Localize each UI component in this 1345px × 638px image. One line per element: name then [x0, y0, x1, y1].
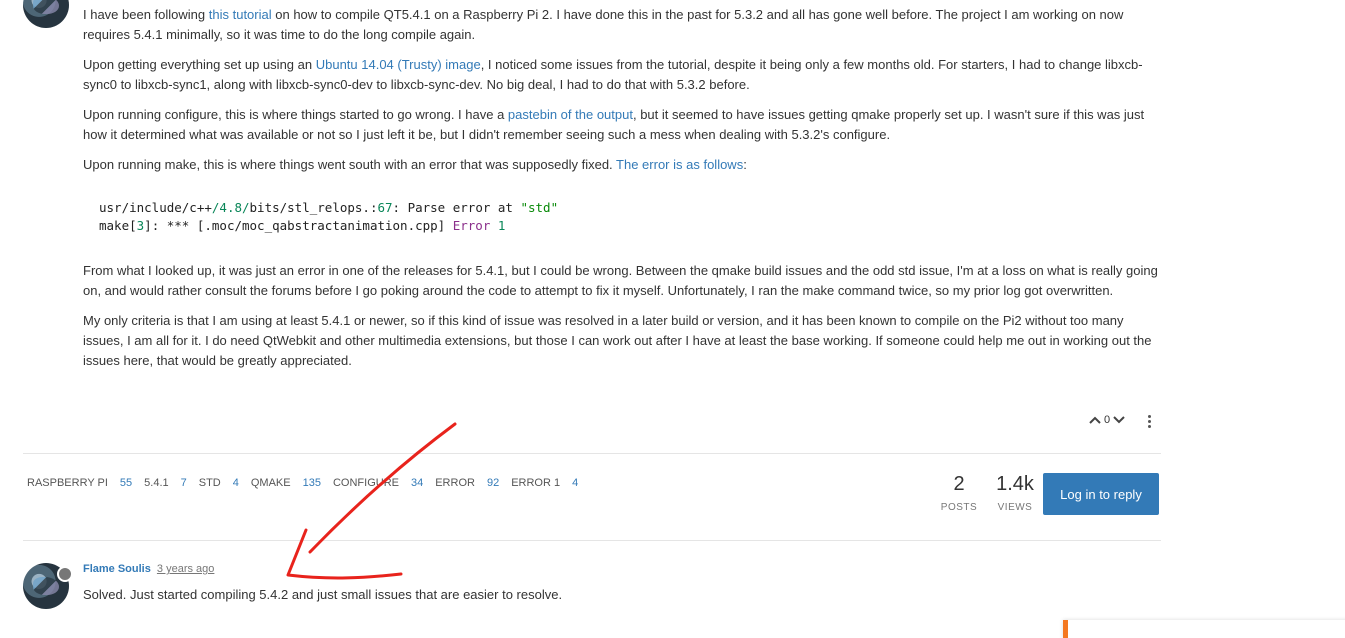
- tag-name: std: [198, 477, 221, 489]
- post-paragraph: I have been following this tutorial on h…: [83, 5, 1163, 45]
- views-label: VIEWS: [997, 502, 1033, 513]
- code-token: 1: [497, 218, 506, 233]
- more-vertical-icon: [1147, 425, 1151, 428]
- tag-std[interactable]: std 4: [199, 477, 239, 489]
- status-indicator: [57, 566, 73, 582]
- views-count: 1.4k: [996, 473, 1034, 495]
- post-content: I have been following this tutorial on h…: [83, 5, 1163, 381]
- post-paragraph: From what I looked up, it was just an er…: [83, 263, 1158, 298]
- tag-name: qmake: [250, 477, 291, 489]
- code-block: usr/include/c++/4.8/bits/stl_relops.:67:…: [83, 199, 1163, 235]
- post-paragraph: Upon running make, this is where things …: [83, 155, 1163, 175]
- more-vertical-icon: [1147, 415, 1151, 418]
- tag-count: 4: [232, 477, 239, 489]
- notification-box: [1063, 620, 1345, 638]
- vote-controls: 0: [1088, 413, 1126, 427]
- paragraph-text: Upon running make, this is where things …: [83, 157, 617, 172]
- views-stat: 1.4k VIEWS: [990, 473, 1040, 513]
- code-token: 67: [377, 200, 393, 215]
- divider: [23, 453, 1161, 454]
- tag-count: 7: [180, 477, 187, 489]
- more-vertical-icon: [1147, 420, 1151, 423]
- tag-raspberry-pi[interactable]: raspberry pi 55: [27, 477, 132, 489]
- posts-label: POSTS: [940, 502, 978, 513]
- tag-name: configure: [332, 477, 399, 489]
- tag-error-1[interactable]: error 1 4: [511, 477, 578, 489]
- tag-count: 4: [572, 477, 579, 489]
- tag-name: raspberry pi: [27, 477, 108, 489]
- tag-5-4-1[interactable]: 5.4.1 7: [144, 477, 187, 489]
- code-token: : Parse error at: [392, 200, 521, 215]
- posts-stat: 2 POSTS: [939, 473, 979, 513]
- post-menu-button[interactable]: [1144, 413, 1154, 431]
- paragraph-text: I have been following: [83, 7, 209, 22]
- code-token: usr/include/c++: [99, 200, 212, 215]
- tag-count: 34: [410, 477, 424, 489]
- tag-name: 5.4.1: [144, 477, 169, 489]
- reply-author-link[interactable]: Flame Soulis: [83, 563, 151, 575]
- code-token: bits/stl_relops.:: [249, 200, 378, 215]
- paragraph-text: :: [743, 157, 747, 172]
- tag-count: 135: [302, 477, 321, 489]
- code-token: Error: [452, 218, 491, 233]
- reply-timestamp[interactable]: 3 years ago: [157, 563, 214, 575]
- divider: [23, 540, 1161, 541]
- code-token: "std": [520, 200, 559, 215]
- tutorial-link[interactable]: this tutorial: [209, 7, 272, 22]
- post-paragraph: My only criteria is that I am using at l…: [83, 313, 1152, 368]
- vote-count: 0: [1104, 414, 1111, 426]
- upvote-button[interactable]: [1088, 413, 1102, 427]
- chevron-down-icon: [1113, 416, 1125, 424]
- reply-meta: Flame Soulis 3 years ago: [83, 563, 214, 575]
- ubuntu-image-link[interactable]: Ubuntu 14.04 (Trusty) image: [316, 57, 481, 72]
- tag-name: error: [435, 477, 475, 489]
- paragraph-text: Upon getting everything set up using an: [83, 57, 316, 72]
- tag-list: raspberry pi 55 5.4.1 7 std 4 qmake 135 conf…: [27, 477, 578, 489]
- pastebin-link[interactable]: pastebin of the output: [508, 107, 633, 122]
- code-token: make[: [99, 218, 137, 233]
- chevron-up-icon: [1089, 416, 1101, 424]
- code-token: /4.8/: [211, 200, 250, 215]
- post-paragraph: Upon running configure, this is where th…: [83, 105, 1163, 145]
- tag-name: error 1: [511, 477, 561, 489]
- tag-count: 92: [486, 477, 500, 489]
- paragraph-text: Upon running configure, this is where th…: [83, 107, 508, 122]
- avatar[interactable]: [23, 0, 69, 28]
- tag-qmake[interactable]: qmake 135: [251, 477, 321, 489]
- tag-configure[interactable]: configure 34: [333, 477, 423, 489]
- reply-text: Solved. Just started compiling 5.4.2 and…: [83, 587, 563, 602]
- tag-count: 55: [119, 477, 133, 489]
- error-link[interactable]: The error is as follows: [616, 157, 743, 172]
- tag-error[interactable]: error 92: [435, 477, 499, 489]
- posts-count: 2: [953, 473, 965, 495]
- code-token: ]: *** [.moc/moc_qabstractanimation.cpp]: [144, 218, 453, 233]
- post-paragraph: Upon getting everything set up using an …: [83, 55, 1163, 95]
- downvote-button[interactable]: [1112, 413, 1126, 427]
- log-in-to-reply-button[interactable]: Log in to reply: [1043, 473, 1159, 515]
